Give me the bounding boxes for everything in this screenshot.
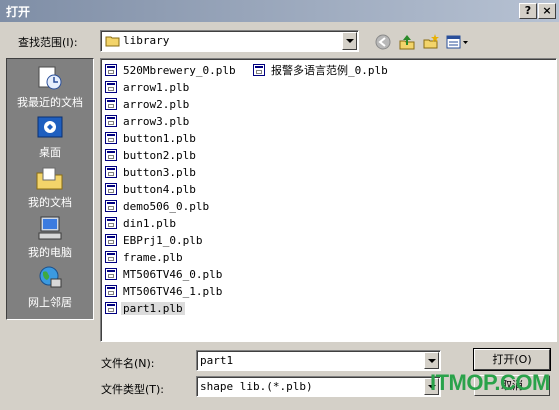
look-in-label: 查找范围(I): [18, 36, 78, 49]
place-label: 网上邻居 [28, 296, 72, 309]
watermark: ITMOP.COM [430, 370, 550, 395]
place-my-documents[interactable]: 我的文档 [7, 161, 93, 211]
back-icon[interactable] [374, 33, 392, 51]
file-icon [105, 81, 117, 93]
filename-combo[interactable]: part1 [196, 350, 441, 371]
recent-documents-icon [38, 66, 62, 90]
filename-label: 文件名(N): [101, 357, 155, 370]
filetype-value: shape lib.(*.plb) [200, 380, 313, 393]
title-bar: 打开 ? × [0, 0, 559, 22]
filetype-combo[interactable]: shape lib.(*.plb) [196, 376, 441, 397]
file-icon [105, 98, 117, 110]
chevron-down-icon[interactable] [342, 32, 357, 50]
file-icon [105, 115, 117, 127]
file-icon [105, 302, 117, 314]
file-icon [253, 64, 265, 76]
filetype-label: 文件类型(T): [101, 383, 165, 396]
file-icon [105, 217, 117, 229]
file-icon [105, 234, 117, 246]
file-list[interactable]: 520Mbrewery_0.plb arrow1.plb arrow2.plb … [100, 58, 557, 342]
file-icon [105, 183, 117, 195]
close-button[interactable]: × [538, 3, 556, 19]
desktop-icon [37, 116, 63, 138]
my-computer-icon [38, 216, 62, 240]
up-folder-icon[interactable] [398, 33, 416, 51]
my-documents-icon [36, 167, 63, 190]
file-icon [105, 132, 117, 144]
filename-value: part1 [200, 354, 234, 367]
place-network[interactable]: 网上邻居 [7, 261, 93, 311]
file-icon [105, 285, 117, 297]
file-icon [105, 64, 117, 76]
place-label: 桌面 [39, 146, 61, 159]
place-label: 我最近的文档 [17, 96, 83, 109]
file-icon [105, 251, 117, 263]
place-label: 我的文档 [28, 196, 72, 209]
window-title: 打开 [6, 5, 31, 19]
view-menu-icon[interactable] [446, 33, 470, 51]
look-in-combo[interactable]: library [100, 30, 359, 52]
new-folder-icon[interactable] [422, 33, 440, 51]
open-button[interactable]: 打开(O) [473, 348, 551, 371]
place-recent-documents[interactable]: 我最近的文档 [7, 61, 93, 111]
network-icon [39, 266, 62, 288]
file-icon [105, 166, 117, 178]
file-icon [105, 268, 117, 280]
folder-icon [105, 36, 120, 47]
places-bar: 我最近的文档 桌面 我的文档 我的电脑 网上邻居 [6, 58, 94, 320]
place-my-computer[interactable]: 我的电脑 [7, 211, 93, 261]
place-desktop[interactable]: 桌面 [7, 111, 93, 161]
help-button[interactable]: ? [519, 3, 537, 19]
file-icon [105, 149, 117, 161]
file-icon [105, 200, 117, 212]
chevron-down-icon[interactable] [424, 352, 439, 369]
place-label: 我的电脑 [28, 246, 72, 259]
look-in-value: library [123, 34, 170, 47]
